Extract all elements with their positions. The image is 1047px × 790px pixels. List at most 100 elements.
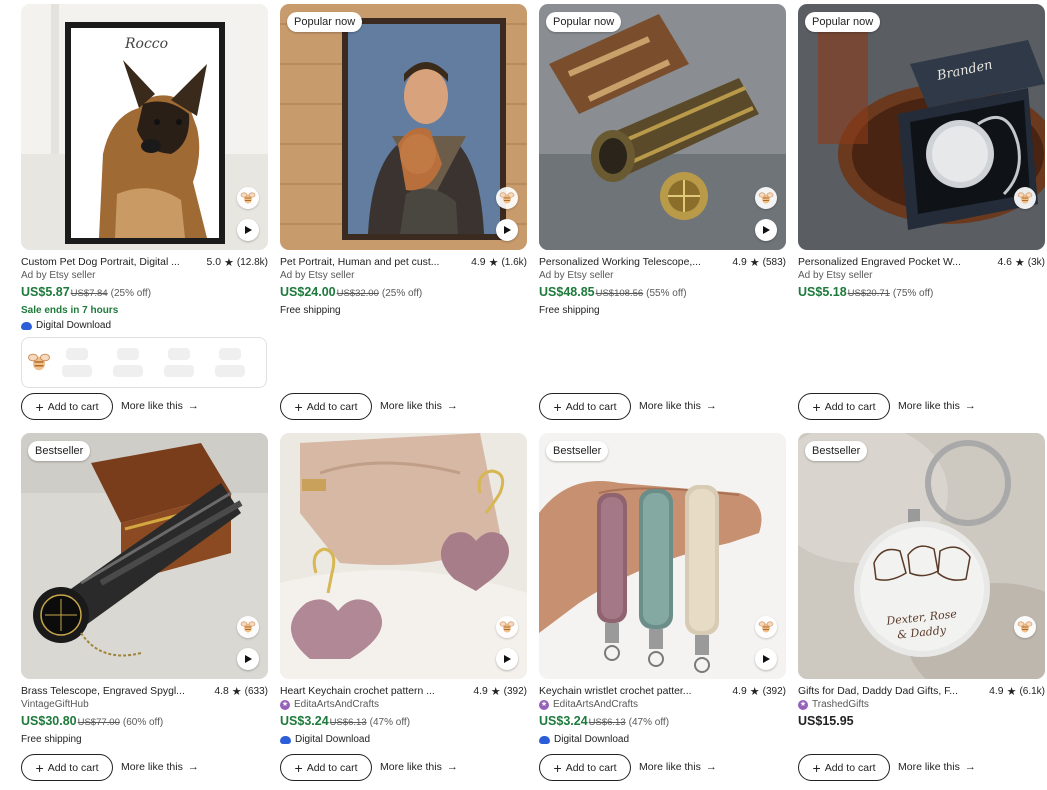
listing-card[interactable]: Popular now Personalized Working Telesco…	[539, 4, 786, 318]
listing-image[interactable]: Popular now	[280, 4, 527, 250]
play-icon[interactable]	[496, 648, 518, 670]
listing-title[interactable]: Custom Pet Dog Portrait, Digital ...	[21, 257, 201, 268]
more-like-this-link[interactable]: More like this →	[898, 761, 976, 773]
play-icon[interactable]	[237, 219, 259, 241]
more-like-this-link[interactable]: More like this →	[121, 761, 199, 773]
add-to-cart-label: Add to cart	[565, 400, 617, 413]
star-icon: ★	[224, 256, 234, 269]
play-icon[interactable]	[755, 219, 777, 241]
listing-image[interactable]: Bestseller	[539, 433, 786, 679]
add-to-cart-button[interactable]: + Add to cart	[280, 754, 372, 781]
listing-image[interactable]: Bestseller	[21, 433, 268, 679]
play-icon[interactable]	[755, 648, 777, 670]
review-count: (3k)	[1027, 256, 1045, 268]
bee-favorite-icon[interactable]	[237, 616, 259, 638]
telescope-image	[539, 4, 786, 250]
cloud-download-icon	[21, 321, 32, 330]
more-like-this-label: More like this	[639, 761, 701, 773]
rating-score: 4.9	[471, 256, 486, 268]
seller-name: Ad by Etsy seller	[539, 270, 614, 281]
bee-favorite-icon[interactable]	[755, 616, 777, 638]
more-like-this-link[interactable]: More like this →	[898, 400, 976, 412]
star-icon: ★	[488, 256, 499, 269]
bee-favorite-icon[interactable]	[237, 187, 259, 209]
sale-price: US$3.24	[280, 714, 329, 728]
bee-favorite-icon[interactable]	[755, 187, 777, 209]
digital-download-text: Digital Download	[36, 320, 112, 331]
listing-card[interactable]: Bestseller Keychain wristlet crochet pat…	[539, 433, 786, 747]
add-to-cart-button[interactable]: + Add to cart	[539, 754, 631, 781]
original-price: US$77.00	[77, 717, 120, 728]
listing-image[interactable]: Rocco	[21, 4, 268, 250]
discount-percent: (25% off)	[110, 288, 152, 299]
bee-favorite-icon[interactable]	[496, 616, 518, 638]
more-like-this-label: More like this	[380, 400, 442, 412]
listing-title[interactable]: Brass Telescope, Engraved Spygl...	[21, 686, 208, 697]
arrow-right-icon: →	[705, 400, 717, 412]
star-icon: ★	[231, 685, 242, 698]
add-to-cart-button[interactable]: + Add to cart	[21, 754, 113, 781]
digital-download-label: Digital Download	[21, 318, 268, 333]
add-to-cart-label: Add to cart	[824, 400, 876, 413]
cloud-download-icon	[539, 735, 550, 744]
add-to-cart-label: Add to cart	[47, 761, 99, 774]
listing-card[interactable]: Popular now Pet Portrait, Human and pet …	[280, 4, 527, 318]
listing-image[interactable]: Dexter, Rose & Daddy Bestseller	[798, 433, 1045, 679]
listing-card[interactable]: Heart Keychain crochet pattern ... 4.9 ★…	[280, 433, 527, 747]
ad-placeholder-box	[21, 337, 267, 388]
more-like-this-link[interactable]: More like this →	[380, 761, 458, 773]
rating-score: 4.9	[732, 256, 747, 268]
fist-bump-keychain-image: Dexter, Rose & Daddy	[798, 433, 1045, 679]
seller-name: Ad by Etsy seller	[21, 270, 96, 281]
rating: 4.9 ★ (392)	[732, 685, 786, 698]
listing-image[interactable]: Popular now	[539, 4, 786, 250]
star-icon: ★	[749, 256, 760, 269]
cloud-download-icon	[280, 735, 291, 744]
digital-download-label: Digital Download	[539, 732, 786, 747]
add-to-cart-label: Add to cart	[565, 761, 617, 774]
skeleton-block	[215, 365, 245, 377]
arrow-right-icon: →	[705, 761, 717, 773]
listing-title[interactable]: Heart Keychain crochet pattern ...	[280, 686, 467, 697]
rating: 5.0 ★ (12.8k)	[207, 256, 268, 269]
more-like-this-link[interactable]: More like this →	[121, 400, 199, 412]
bee-favorite-icon[interactable]	[1014, 616, 1036, 638]
pet-portrait-image	[280, 4, 527, 250]
listing-title[interactable]: Pet Portrait, Human and pet cust...	[280, 257, 465, 268]
review-count: (633)	[244, 685, 268, 697]
more-like-this-link[interactable]: More like this →	[380, 400, 458, 412]
play-icon[interactable]	[496, 219, 518, 241]
seller-name-text: TrashedGifts	[812, 699, 869, 710]
listing-title[interactable]: Personalized Engraved Pocket W...	[798, 257, 991, 268]
arrow-right-icon: →	[187, 400, 199, 412]
more-like-this-link[interactable]: More like this →	[639, 761, 717, 773]
add-to-cart-button[interactable]: + Add to cart	[539, 393, 631, 420]
add-to-cart-label: Add to cart	[306, 400, 358, 413]
listing-card[interactable]: Rocco Custom Pet Dog Portrait, Digital .…	[21, 4, 268, 333]
listing-card[interactable]: Bestseller Brass Telescope, Engraved Spy…	[21, 433, 268, 747]
listing-card[interactable]: Dexter, Rose & Daddy Bestseller Gifts fo…	[798, 433, 1045, 732]
seller-name: Ad by Etsy seller	[280, 270, 355, 281]
add-to-cart-button[interactable]: + Add to cart	[798, 393, 890, 420]
add-to-cart-button[interactable]: + Add to cart	[280, 393, 372, 420]
listing-image[interactable]: Branden Popular now	[798, 4, 1045, 250]
listing-image[interactable]	[280, 433, 527, 679]
add-to-cart-button[interactable]: + Add to cart	[798, 754, 890, 781]
listing-title[interactable]: Keychain wristlet crochet patter...	[539, 686, 726, 697]
play-icon[interactable]	[237, 648, 259, 670]
seller-name-text: EditaArtsAndCrafts	[294, 699, 380, 710]
listing-title[interactable]: Personalized Working Telescope,...	[539, 257, 726, 268]
bee-favorite-icon[interactable]	[496, 187, 518, 209]
add-to-cart-button[interactable]: + Add to cart	[21, 393, 113, 420]
digital-download-text: Digital Download	[554, 734, 630, 745]
listing-title[interactable]: Gifts for Dad, Daddy Dad Gifts, F...	[798, 686, 983, 697]
heart-keychain-image	[280, 433, 527, 679]
skeleton-block	[62, 365, 92, 377]
listing-card[interactable]: Branden Popular now Personalized Engrave…	[798, 4, 1045, 303]
arrow-right-icon: →	[446, 761, 458, 773]
bee-favorite-icon[interactable]	[1014, 187, 1036, 209]
more-like-this-link[interactable]: More like this →	[639, 400, 717, 412]
sale-price: US$30.80	[21, 714, 77, 728]
more-like-this-label: More like this	[121, 400, 183, 412]
bee-logo-icon	[28, 353, 50, 371]
